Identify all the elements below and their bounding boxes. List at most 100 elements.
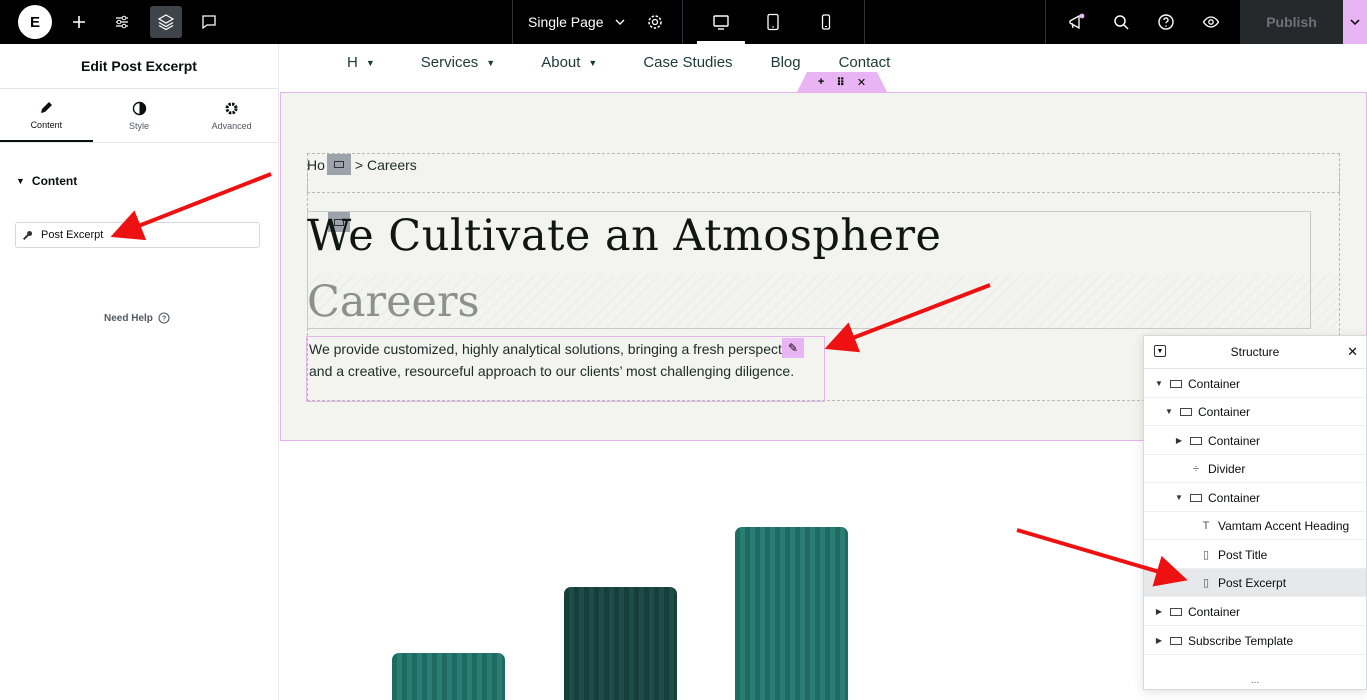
page-selector-label: Single Page xyxy=(528,14,604,30)
structure-item-label: Container xyxy=(1198,404,1251,419)
structure-item[interactable]: ▼ Container xyxy=(1144,398,1366,426)
structure-item[interactable]: ▶ Container xyxy=(1144,427,1366,455)
container-icon xyxy=(333,161,344,168)
document-icon: ▯ xyxy=(1202,549,1210,561)
editor-panel: Edit Post Excerpt Content Style Advanced… xyxy=(0,44,279,700)
structure-item-label: Divider xyxy=(1208,461,1246,476)
divider xyxy=(682,0,683,44)
nav-item-services[interactable]: Services ▼ xyxy=(421,54,495,71)
nav-label: H xyxy=(347,54,358,71)
breadcrumb: Ho > Careers xyxy=(307,154,417,175)
drag-handle[interactable] xyxy=(326,154,351,175)
page-heading[interactable]: We Cultivate an Atmosphere xyxy=(307,211,941,261)
structure-item[interactable]: ▼ Container xyxy=(1144,484,1366,512)
publish-options-button[interactable] xyxy=(1343,0,1367,44)
toggle-icon[interactable]: ▼ xyxy=(1164,407,1174,416)
structure-title: Structure xyxy=(1230,345,1280,359)
structure-item[interactable]: ▯ Post Excerpt xyxy=(1144,569,1366,597)
tab-advanced[interactable]: Advanced xyxy=(185,89,278,142)
divider xyxy=(864,0,865,44)
nav-item-blog[interactable]: Blog xyxy=(771,54,801,71)
breadcrumb-outline xyxy=(307,153,1340,193)
chat-icon[interactable] xyxy=(193,6,225,38)
structure-item-label: Container xyxy=(1208,490,1261,505)
tab-content[interactable]: Content xyxy=(0,89,93,142)
close-icon[interactable]: ✕ xyxy=(1347,344,1358,360)
wrench-icon xyxy=(23,230,33,240)
nav-item-about[interactable]: About ▼ xyxy=(541,54,597,71)
nav-label: Case Studies xyxy=(643,54,733,71)
container-icon xyxy=(1190,436,1202,445)
divider xyxy=(1045,0,1046,44)
plus-icon[interactable] xyxy=(63,6,95,38)
toggle-icon[interactable]: ▶ xyxy=(1154,636,1164,645)
mobile-icon[interactable] xyxy=(802,0,850,44)
structure-item-label: Container xyxy=(1188,376,1241,391)
structure-item[interactable]: ▯ Post Title xyxy=(1144,541,1366,569)
toggle-icon[interactable]: ▼ xyxy=(1154,379,1164,388)
caret-down-icon: ▼ xyxy=(486,57,496,68)
structure-item-label: Container xyxy=(1208,433,1261,448)
nav-label: Services xyxy=(420,54,479,71)
structure-panel: ▼ Structure ✕ ▼ Container ▼ Container ▶ Conta… xyxy=(1143,335,1367,690)
section-controls: + ⠿ ✕ xyxy=(797,72,887,92)
nav-item-contact[interactable]: Contact xyxy=(839,54,891,71)
structure-item-label: Container xyxy=(1188,604,1241,619)
panel-tabs: Content Style Advanced xyxy=(0,89,278,143)
publish-button[interactable]: Publish xyxy=(1240,0,1343,44)
structure-item-label: Vamtam Accent Heading xyxy=(1218,518,1350,533)
desktop-icon[interactable] xyxy=(697,0,745,44)
divider-icon: ÷ xyxy=(1192,462,1200,475)
help-icon[interactable] xyxy=(1150,6,1182,38)
tab-style[interactable]: Style xyxy=(93,89,186,142)
section-title: Content xyxy=(31,174,78,188)
container-icon xyxy=(1170,636,1182,645)
caret-down-icon: ▼ xyxy=(16,176,25,186)
container-icon xyxy=(1170,379,1182,388)
nav-item-home[interactable]: H ▼ xyxy=(347,54,375,71)
toggle-icon[interactable]: ▼ xyxy=(1174,493,1184,502)
chevron-down-icon xyxy=(615,19,625,25)
need-help-label: Need Help xyxy=(104,312,153,324)
crumb-home[interactable]: Ho xyxy=(307,157,325,173)
decorative-bar xyxy=(392,653,505,700)
post-excerpt[interactable]: We provide customized, highly analytical… xyxy=(306,336,825,402)
dynamic-tag-label: Post Excerpt xyxy=(41,229,104,241)
structure-item[interactable]: ÷ Divider xyxy=(1144,455,1366,483)
eye-icon[interactable] xyxy=(1195,6,1227,38)
add-icon[interactable]: + xyxy=(818,76,824,88)
pencil-icon xyxy=(40,101,52,113)
resize-handle[interactable]: ... xyxy=(1144,676,1366,689)
top-toolbar: E Single Page Publish xyxy=(0,0,1367,44)
nav-item-case-studies[interactable]: Case Studies xyxy=(643,54,732,71)
sliders-icon[interactable] xyxy=(106,6,138,38)
tab-content-label: Content xyxy=(30,119,63,130)
svg-text:?: ? xyxy=(162,314,167,323)
drag-icon[interactable]: ⠿ xyxy=(836,76,845,89)
structure-item[interactable]: ▶ Subscribe Template xyxy=(1144,627,1366,655)
contrast-icon xyxy=(132,101,146,115)
settings-icon[interactable] xyxy=(639,6,671,38)
section-toggle[interactable]: ▼ Content xyxy=(16,174,77,188)
need-help-link[interactable]: Need Help ? xyxy=(104,312,170,324)
post-title[interactable]: Careers xyxy=(307,277,480,327)
gear-icon xyxy=(225,102,238,114)
document-icon: ▯ xyxy=(1202,577,1210,589)
tablet-icon[interactable] xyxy=(749,0,797,44)
structure-item[interactable]: ▼ Container xyxy=(1144,370,1366,398)
megaphone-icon[interactable] xyxy=(1060,6,1092,38)
toggle-icon[interactable]: ▶ xyxy=(1174,436,1184,445)
page-selector[interactable]: Single Page xyxy=(528,0,626,44)
edit-widget-button[interactable]: ✎ xyxy=(782,338,804,358)
layers-icon[interactable] xyxy=(150,6,182,38)
structure-item[interactable]: ▶ Container xyxy=(1144,598,1366,626)
dynamic-tag-field[interactable]: Post Excerpt xyxy=(15,222,260,248)
structure-item-label: Post Excerpt xyxy=(1218,575,1287,590)
toggle-icon[interactable]: ▶ xyxy=(1154,607,1164,616)
collapse-all-icon[interactable]: ▼ xyxy=(1154,345,1166,357)
panel-title: Edit Post Excerpt xyxy=(0,44,278,89)
structure-item[interactable]: T Vamtam Accent Heading xyxy=(1144,512,1366,540)
elementor-logo[interactable]: E xyxy=(18,5,52,39)
search-icon[interactable] xyxy=(1105,6,1137,38)
close-icon[interactable]: ✕ xyxy=(857,76,866,89)
